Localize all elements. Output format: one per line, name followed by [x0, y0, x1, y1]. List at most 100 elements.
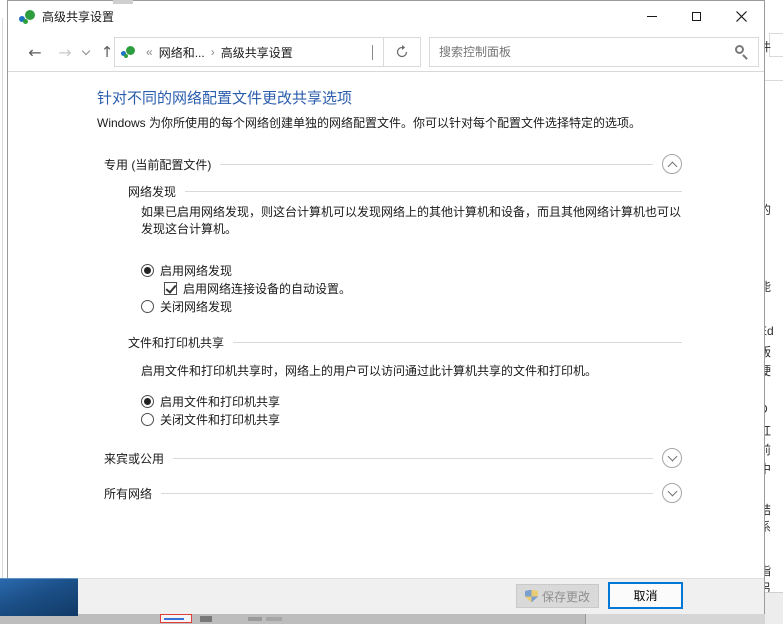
- background-fragment: [266, 617, 282, 621]
- network-discovery-description: 如果已启用网络发现，则这台计算机可以发现网络上的其他计算机和设备，而且其他网络计…: [141, 204, 686, 238]
- background-red-outline-fragment: [160, 614, 192, 623]
- expand-guest-public-button[interactable]: [662, 448, 682, 468]
- breadcrumb-parent[interactable]: 网络和...: [159, 44, 205, 61]
- radio-selected-icon: [141, 264, 154, 277]
- group-rule: [233, 342, 682, 343]
- caption-buttons: [629, 1, 764, 32]
- option-label: 启用网络连接设备的自动设置。: [183, 280, 351, 297]
- background-box-corner: [769, 33, 783, 57]
- network-sharing-app-icon: [19, 9, 35, 25]
- page-title: 针对不同的网络配置文件更改共享选项: [97, 87, 352, 108]
- radio-disable-network-discovery[interactable]: 关闭网络发现: [141, 298, 232, 314]
- collapse-private-button[interactable]: [662, 154, 682, 174]
- clipped-text-fragment: Ed: [765, 324, 774, 338]
- section-all-networks: 所有网络: [104, 482, 682, 504]
- option-label: 关闭网络发现: [160, 298, 232, 315]
- refresh-icon: [395, 45, 409, 59]
- clipped-text-fragment: 系: [765, 518, 771, 535]
- chevron-down-icon: [372, 45, 373, 60]
- option-label: 关闭文件和打印机共享: [160, 411, 280, 428]
- clipped-text-fragment: 能: [765, 278, 771, 295]
- radio-enable-network-discovery[interactable]: 启用网络发现: [141, 262, 232, 278]
- group-rule: [185, 191, 682, 192]
- chevron-down-icon: [667, 487, 677, 497]
- group-file-printer-sharing: 文件和打印机共享: [128, 333, 682, 351]
- background-fragment: [248, 617, 262, 621]
- radio-selected-icon: [141, 395, 154, 408]
- cancel-label: 取消: [633, 587, 657, 604]
- back-button[interactable]: ←: [22, 32, 48, 72]
- recent-pages-button[interactable]: [78, 32, 94, 72]
- intro-text: Windows 为你所使用的每个网络创建单独的网络配置文件。你可以针对每个配置文…: [97, 114, 641, 131]
- maximize-icon: [692, 12, 701, 21]
- section-private: 专用 (当前配置文件): [104, 153, 682, 175]
- background-window-edge: [2, 18, 3, 578]
- clipped-text-fragment: 的: [765, 201, 771, 218]
- section-guest-public-title: 来宾或公用: [104, 450, 164, 467]
- background-blue-window-corner: [0, 578, 78, 616]
- section-rule: [173, 458, 653, 459]
- navigation-toolbar: ← → ↑ « 网络和... › 高级共享设置: [8, 32, 764, 72]
- background-bottom-strip: [0, 614, 765, 624]
- title-bar: 高级共享设置: [8, 1, 764, 32]
- network-sharing-icon: [121, 45, 135, 59]
- search-icon[interactable]: [733, 44, 749, 60]
- radio-disable-file-printer-sharing[interactable]: 关闭文件和打印机共享: [141, 411, 280, 427]
- window-title: 高级共享设置: [42, 8, 629, 25]
- option-label: 启用文件和打印机共享: [160, 393, 280, 410]
- background-divider: [765, 80, 783, 81]
- address-dropdown-button[interactable]: [372, 45, 373, 59]
- radio-unselected-icon: [141, 413, 154, 426]
- close-button[interactable]: [719, 1, 764, 32]
- breadcrumb-overflow-icon[interactable]: «: [146, 45, 153, 59]
- file-printer-sharing-description: 启用文件和打印机共享时，网络上的用户可以访问通过此计算机共享的文件和打印机。: [141, 363, 701, 380]
- background-right-window-sliver: 件 的 能 Ed 版 硬 D 红 前 中 结 系 指 另: [765, 0, 783, 624]
- maximize-button[interactable]: [674, 1, 719, 32]
- group-network-discovery-title: 网络发现: [128, 183, 176, 200]
- checkbox-auto-setup-devices[interactable]: 启用网络连接设备的自动设置。: [164, 280, 351, 296]
- group-network-discovery: 网络发现: [128, 182, 682, 200]
- forward-button[interactable]: →: [52, 32, 78, 72]
- clipped-text-fragment: 中: [765, 460, 771, 477]
- uac-shield-icon: [525, 590, 538, 603]
- clipped-text-fragment: 红: [765, 422, 771, 439]
- section-rule: [220, 164, 653, 165]
- breadcrumb-separator-icon[interactable]: ›: [211, 45, 215, 59]
- breadcrumb: « 网络和... › 高级共享设置: [114, 37, 384, 67]
- background-footer-sliver: [765, 592, 783, 624]
- background-artifact: [113, 0, 133, 4]
- section-all-networks-title: 所有网络: [104, 485, 152, 502]
- group-file-printer-sharing-title: 文件和打印机共享: [128, 334, 224, 351]
- chevron-up-icon: [667, 161, 677, 171]
- close-icon: [736, 11, 747, 22]
- background-fragment: [200, 616, 212, 622]
- footer-bar: 保存更改 取消: [8, 578, 764, 614]
- minimize-button[interactable]: [629, 1, 674, 32]
- section-guest-public: 来宾或公用: [104, 447, 682, 469]
- clipped-text-fragment: 前: [765, 441, 771, 458]
- section-private-title: 专用 (当前配置文件): [104, 156, 211, 173]
- radio-enable-file-printer-sharing[interactable]: 启用文件和打印机共享: [141, 393, 280, 409]
- clipped-text-fragment: 硬: [765, 362, 771, 379]
- chevron-down-icon: [82, 46, 90, 54]
- clipped-text-fragment: 件: [765, 38, 771, 55]
- clipped-text-fragment: D: [765, 402, 768, 416]
- clipped-text-fragment: 指: [765, 562, 771, 579]
- expand-all-networks-button[interactable]: [662, 483, 682, 503]
- advanced-sharing-settings-window: 高级共享设置 ← → ↑ « 网络和... › 高级共享设置: [7, 0, 765, 614]
- checkbox-checked-icon: [164, 282, 177, 295]
- chevron-down-icon: [667, 452, 677, 462]
- search-input[interactable]: [430, 45, 733, 59]
- clipped-text-fragment: 版: [765, 343, 771, 360]
- minimize-icon: [647, 16, 657, 17]
- refresh-button[interactable]: [384, 37, 421, 67]
- save-changes-label: 保存更改: [542, 588, 590, 605]
- clipped-text-fragment: 结: [765, 501, 771, 518]
- option-label: 启用网络发现: [160, 262, 232, 279]
- background-bottom-segment: [585, 614, 765, 624]
- cancel-button[interactable]: 取消: [608, 582, 683, 609]
- breadcrumb-current[interactable]: 高级共享设置: [221, 44, 293, 61]
- save-changes-button: 保存更改: [516, 584, 599, 608]
- radio-unselected-icon: [141, 300, 154, 313]
- section-rule: [161, 493, 653, 494]
